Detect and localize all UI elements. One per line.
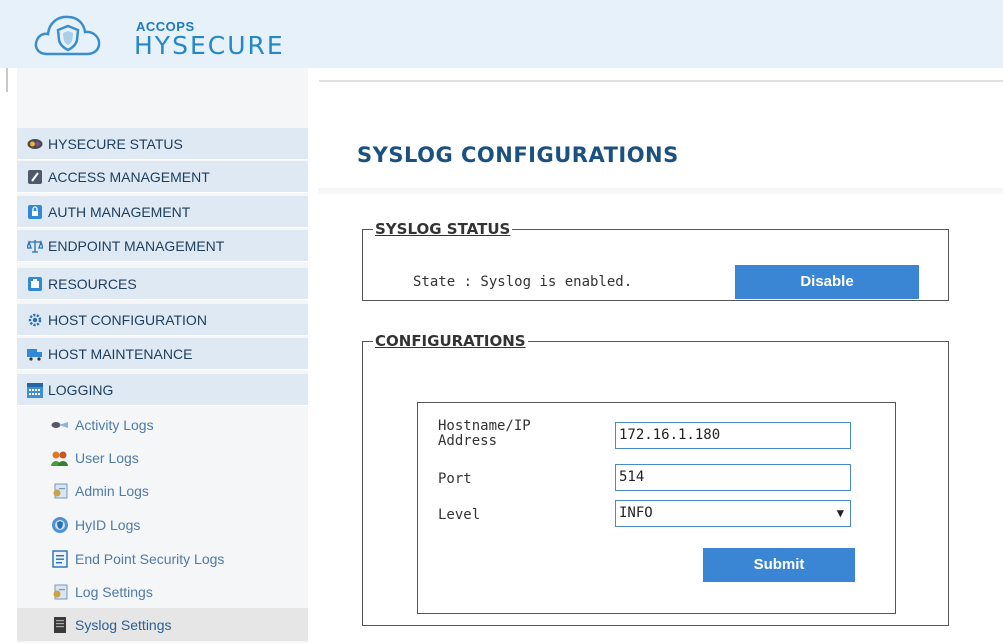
product-name: HYSECURE: [134, 31, 285, 60]
endpoint-logs-icon: [51, 549, 69, 568]
sidebar-item-endpoint-management[interactable]: ENDPOINT MANAGEMENT: [17, 230, 308, 262]
sidebar-subitem-end-point-security-logs[interactable]: End Point Security Logs: [17, 542, 308, 575]
configurations-legend: CONFIGURATIONS: [375, 332, 526, 350]
sidebar-subitem-label: Admin Logs: [75, 482, 149, 499]
sidebar-item-host-configuration[interactable]: HOST CONFIGURATION: [17, 304, 308, 336]
hostname-input[interactable]: 172.16.1.180: [615, 422, 851, 449]
activity-icon: [51, 416, 69, 434]
hostname-label: Hostname/IP Address: [438, 418, 531, 449]
sidebar: HYSECURE STATUS ACCESS MANAGEMENT AUTH M…: [17, 68, 308, 643]
syslog-state-text: State : Syslog is enabled.: [413, 274, 633, 290]
sidebar-subitem-label: End Point Security Logs: [75, 550, 225, 567]
gear-icon: [27, 312, 43, 328]
sidebar-subitem-syslog-settings[interactable]: Syslog Settings: [17, 608, 308, 641]
sidebar-item-label: HOST MAINTENANCE: [48, 345, 193, 362]
sidebar-subitem-hyid-logs[interactable]: HyID Logs: [17, 508, 308, 541]
config-form: Hostname/IP Address 172.16.1.180 Port 51…: [417, 402, 896, 614]
port-label: Port: [438, 471, 472, 487]
sidebar-item-label: AUTH MANAGEMENT: [48, 203, 191, 220]
sidebar-item-auth-management[interactable]: AUTH MANAGEMENT: [17, 196, 308, 228]
accops-logo-icon: [34, 15, 101, 56]
syslog-status-section: SYSLOG STATUS State : Syslog is enabled.…: [362, 220, 949, 301]
submit-button[interactable]: Submit: [703, 548, 855, 582]
admin-logs-icon: [51, 482, 69, 500]
users-icon: [51, 449, 69, 467]
sidebar-item-label: RESOURCES: [48, 275, 137, 292]
sidebar-subitem-label: User Logs: [75, 449, 139, 466]
truck-icon: [27, 346, 43, 362]
scale-icon: [27, 238, 43, 254]
sidebar-subitem-admin-logs[interactable]: Admin Logs: [17, 474, 308, 507]
sidebar-subitem-log-settings[interactable]: Log Settings: [17, 575, 308, 608]
status-eye-icon: [27, 136, 43, 152]
page-title: SYSLOG CONFIGURATIONS: [357, 143, 679, 167]
calendar-icon: [27, 382, 43, 398]
sidebar-subitem-activity-logs[interactable]: Activity Logs: [17, 408, 308, 441]
sidebar-subitem-label: Log Settings: [75, 583, 153, 600]
sidebar-item-label: HOST CONFIGURATION: [48, 311, 207, 328]
sidebar-item-label: LOGGING: [48, 381, 114, 398]
sidebar-item-label: HYSECURE STATUS: [48, 135, 183, 152]
resources-icon: [27, 276, 43, 292]
level-select-value: INFO: [619, 505, 653, 521]
level-select[interactable]: INFO ▼: [615, 500, 851, 527]
level-label: Level: [438, 507, 481, 523]
sidebar-item-logging[interactable]: LOGGING: [17, 374, 308, 406]
sidebar-item-resources[interactable]: RESOURCES: [17, 268, 308, 300]
left-gutter-divider: [6, 68, 8, 92]
content-top-divider: [319, 80, 1003, 82]
sidebar-item-host-maintenance[interactable]: HOST MAINTENANCE: [17, 338, 308, 370]
syslog-status-legend: SYSLOG STATUS: [375, 220, 511, 238]
configurations-section: CONFIGURATIONS Hostname/IP Address 172.1…: [362, 332, 949, 626]
sidebar-subitem-user-logs[interactable]: User Logs: [17, 441, 308, 474]
shield-icon: [27, 169, 43, 185]
sidebar-item-label: ACCESS MANAGEMENT: [48, 168, 210, 185]
sidebar-item-label: ENDPOINT MANAGEMENT: [48, 237, 225, 254]
app-header: ACCOPS HYSECURE: [0, 0, 1003, 68]
hyid-icon: [51, 516, 69, 534]
title-divider: [318, 188, 1003, 194]
dropdown-arrow-icon: ▼: [836, 506, 844, 520]
sidebar-subitem-label: Syslog Settings: [75, 616, 172, 633]
sidebar-item-hysecure-status[interactable]: HYSECURE STATUS: [17, 128, 308, 160]
lock-icon: [27, 204, 43, 220]
sidebar-subitem-label: HyID Logs: [75, 516, 141, 533]
port-input[interactable]: 514: [615, 464, 851, 491]
syslog-icon: [51, 616, 69, 634]
disable-button[interactable]: Disable: [735, 265, 919, 299]
sidebar-item-access-management[interactable]: ACCESS MANAGEMENT: [17, 161, 308, 193]
sidebar-subitem-label: Activity Logs: [75, 416, 154, 433]
log-settings-icon: [51, 583, 69, 601]
